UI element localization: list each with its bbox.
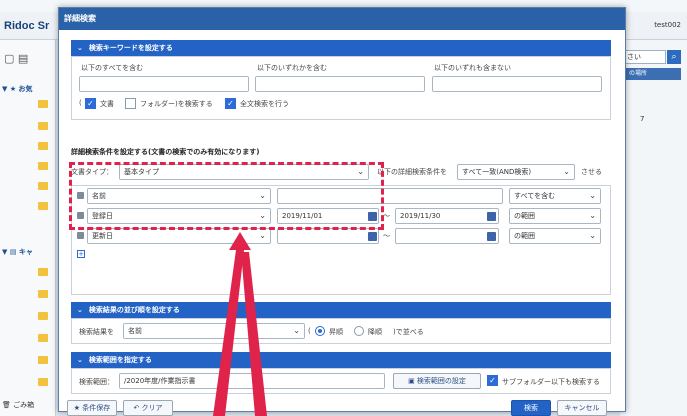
drag-handle-icon[interactable] (77, 232, 84, 239)
scope-icon: ▣ (408, 377, 417, 385)
folder-icon[interactable] (38, 122, 48, 130)
callout-arrow-icon (213, 232, 267, 416)
folder-icon[interactable] (38, 378, 48, 386)
folder-icon[interactable] (38, 182, 48, 190)
range-tilde: ～ (383, 212, 390, 220)
set-scope-button[interactable]: ▣ 検索範囲の設定 (393, 373, 481, 389)
cancel-button[interactable]: キャンセル (557, 400, 607, 416)
search-icon[interactable]: ⌕ (667, 50, 681, 64)
all-words-label: 以下のすべてを含む (81, 64, 144, 72)
undo-icon: ↶ (133, 404, 142, 412)
any-words-label: 以下のいずれかを含む (257, 64, 327, 72)
subfolder-checkbox[interactable]: ✓ (487, 375, 498, 386)
folder-icon[interactable] (38, 356, 48, 364)
chevron-down-icon: ⌄ (589, 191, 596, 200)
document-tool-icon[interactable]: ▢ ▤ (4, 52, 30, 66)
fulltext-label: 全文検索を行う (240, 100, 289, 108)
descending-label: 降順 (368, 328, 382, 336)
ascending-label: 昇順 (329, 328, 343, 336)
paren-open: ( (79, 99, 82, 107)
sort-suffix: )で並べる (393, 328, 424, 336)
folder-icon[interactable] (38, 312, 48, 320)
folder-icon[interactable] (38, 268, 48, 276)
folder-icon[interactable] (38, 290, 48, 298)
chevron-down-icon: ⌄ (77, 44, 83, 52)
folder-icon[interactable] (38, 142, 48, 150)
user-name[interactable]: test002 (654, 21, 681, 29)
document-checkbox[interactable]: ✓ (85, 98, 96, 109)
keyword-section-header[interactable]: ⌄ 検索キーワードを設定する (71, 40, 611, 56)
app-logo: Ridoc Sr (4, 20, 50, 32)
document-label: 文書 (100, 100, 114, 108)
calendar-icon[interactable] (487, 232, 496, 241)
chevron-down-icon: ⌄ (589, 231, 596, 240)
date-to-input[interactable]: 2019/11/30 (395, 208, 499, 224)
descending-radio[interactable] (354, 326, 364, 336)
condition-op-select[interactable]: すべてを含む ⌄ (509, 188, 601, 204)
star-icon: ★ (73, 404, 83, 412)
all-words-input[interactable] (79, 76, 249, 92)
folder-icon[interactable] (38, 334, 48, 342)
chevron-down-icon: ⌄ (563, 167, 570, 176)
calendar-icon[interactable] (368, 232, 377, 241)
add-condition-icon[interactable]: + (77, 250, 85, 258)
range-tilde: ～ (383, 232, 390, 240)
condition-op-select[interactable]: の範囲 ⌄ (509, 208, 601, 224)
sort-section-header[interactable]: ⌄ 検索結果の並び順を設定する (71, 302, 611, 318)
right-panel (620, 40, 687, 416)
sort-label: 検索結果を (79, 328, 114, 336)
quick-search-input[interactable]: さい (624, 50, 666, 64)
save-condition-button[interactable]: ★ 条件保存 (67, 400, 117, 416)
scope-label: 検索範囲： (79, 378, 114, 386)
folder-label: フォルダー)を検索する (140, 100, 213, 108)
folder-icon[interactable] (38, 162, 48, 170)
dialog-title: 詳細検索 (59, 8, 625, 30)
trash-node[interactable]: 🗑 ごみ箱 (2, 400, 34, 410)
calendar-icon[interactable] (487, 212, 496, 221)
none-words-label: 以下のいずれも含まない (434, 64, 511, 72)
cond-mode-label: 以下の詳細検索条件を (377, 168, 447, 176)
date-from-input[interactable] (277, 228, 379, 244)
fulltext-checkbox[interactable]: ✓ (225, 98, 236, 109)
chevron-down-icon: ⌄ (293, 326, 300, 335)
search-button[interactable]: 検索 (511, 400, 551, 416)
condition-section-title: 詳細検索条件を設定する(文書の検索でのみ有効になります) (71, 148, 260, 156)
any-words-input[interactable] (255, 76, 425, 92)
clear-button[interactable]: ↶ クリア (123, 400, 173, 416)
side-number: 7 (640, 115, 645, 123)
cond-mode-select[interactable]: すべて一致(AND検索) ⌄ (457, 164, 575, 180)
chevron-down-icon: ⌄ (589, 211, 596, 220)
scope-section-header[interactable]: ⌄ 検索範囲を指定する (71, 352, 611, 368)
chevron-down-icon: ⌄ (77, 356, 83, 364)
none-words-input[interactable] (432, 76, 602, 92)
folder-checkbox[interactable] (125, 98, 136, 109)
highlight-box (69, 162, 384, 230)
condition-op-select[interactable]: の範囲 ⌄ (509, 228, 601, 244)
folder-icon[interactable] (38, 202, 48, 210)
cond-mode-suffix: させる (581, 168, 602, 176)
place-label: の場所 (626, 68, 681, 80)
sort-paren: ( (308, 327, 311, 335)
subfolder-label: サブフォルダー以下も検索する (502, 378, 600, 386)
chevron-down-icon: ⌄ (77, 306, 83, 314)
cabinet-node[interactable]: ▼ ▤ キャ (2, 247, 33, 257)
date-to-input[interactable] (395, 228, 499, 244)
ascending-radio[interactable] (315, 326, 325, 336)
favorites-node[interactable]: ▼ ★ お気 (2, 84, 33, 94)
folder-icon[interactable] (38, 100, 48, 108)
